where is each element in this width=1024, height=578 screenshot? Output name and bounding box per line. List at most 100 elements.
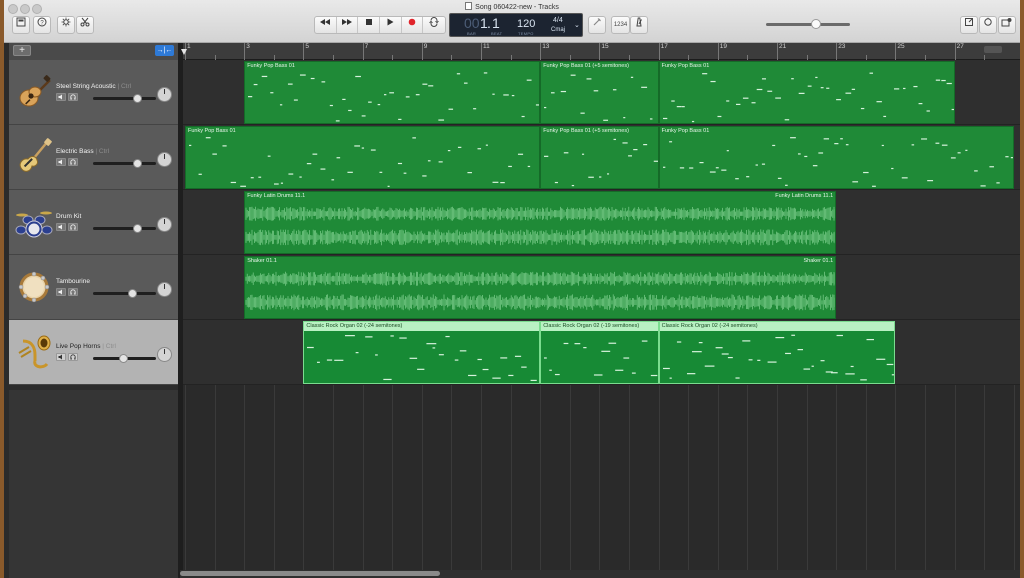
document-icon <box>465 2 473 10</box>
midi-region[interactable]: Funky Pop Bass 01 (+5 semitones) <box>540 126 659 189</box>
media-browser-icon <box>1001 18 1012 27</box>
electric-bass-icon <box>15 138 53 176</box>
notepad-button[interactable] <box>960 16 978 34</box>
midi-region[interactable]: Funky Pop Bass 01 <box>185 126 541 189</box>
editors-button[interactable] <box>76 16 94 34</box>
track-volume-slider[interactable] <box>93 289 156 298</box>
track-volume-slider[interactable] <box>93 159 156 168</box>
track-volume-knob[interactable] <box>132 94 142 103</box>
midi-region[interactable]: Classic Rock Organ 02 (-24 semitones) <box>303 321 541 384</box>
mute-button[interactable] <box>56 288 66 296</box>
headphones-icon <box>70 224 76 230</box>
pan-knob[interactable] <box>157 152 172 167</box>
horizontal-scrollbar[interactable] <box>180 570 1020 578</box>
audio-region[interactable]: Shaker 01.1 Shaker 01.1 <box>244 256 837 319</box>
loop-browser-button[interactable] <box>979 16 997 34</box>
mute-button[interactable] <box>56 93 66 101</box>
lcd-chevron-down-icon[interactable]: ⌄ <box>574 21 580 29</box>
track-header[interactable]: Live Pop Horns | Ctrl <box>9 320 178 385</box>
rewind-button[interactable] <box>315 17 337 33</box>
cycle-icon <box>429 17 439 27</box>
track-volume-knob[interactable] <box>132 224 142 233</box>
track-header[interactable]: Steel String Acoustic | Ctrl <box>9 60 178 125</box>
cycle-button[interactable] <box>423 17 445 33</box>
track-volume-knob[interactable] <box>118 354 128 363</box>
stop-icon <box>365 19 372 25</box>
lcd-tempo-label: TEMPO <box>518 31 534 36</box>
master-volume-knob[interactable] <box>811 19 822 29</box>
pan-knob[interactable] <box>157 282 172 297</box>
track-header[interactable]: Drum Kit <box>9 190 178 255</box>
tuner-button[interactable] <box>588 16 606 34</box>
master-volume-slider[interactable] <box>766 19 850 29</box>
region-label: Funky Pop Bass 01 <box>661 63 710 69</box>
track-volume-slider[interactable] <box>93 354 156 363</box>
track-name-suffix: Ctrl <box>105 343 116 350</box>
mute-button[interactable] <box>56 353 66 361</box>
transport-controls <box>314 16 446 34</box>
scissors-icon <box>80 17 90 27</box>
fast-forward-icon <box>342 19 352 25</box>
metronome-button[interactable] <box>630 16 648 34</box>
midi-region[interactable]: Classic Rock Organ 02 (-19 semitones) <box>540 321 659 384</box>
track-name-separator: | <box>117 83 120 90</box>
ruler-bar-number: 15 <box>601 43 609 50</box>
pan-knob[interactable] <box>157 217 172 232</box>
count-in-button[interactable]: 1234 <box>611 16 630 34</box>
region-label: Funky Pop Bass 01 <box>661 128 710 134</box>
midi-region[interactable]: Classic Rock Organ 02 (-24 semitones) <box>658 321 896 384</box>
media-browser-button[interactable] <box>998 16 1016 34</box>
region-label: Classic Rock Organ 02 (-24 semitones) <box>661 323 758 329</box>
track-name: Tambourine <box>56 278 90 285</box>
ruler-bar-number: 27 <box>956 43 964 50</box>
track-header[interactable]: Tambourine <box>9 255 178 320</box>
region-content <box>245 271 836 311</box>
ruler-tick <box>421 43 423 60</box>
tuner-icon <box>593 18 601 26</box>
region-content <box>544 138 658 187</box>
tambourine-icon <box>15 268 53 306</box>
drum-kit-icon <box>15 203 53 241</box>
midi-region[interactable]: Funky Pop Bass 01 <box>658 61 955 124</box>
pan-knob[interactable] <box>157 87 172 102</box>
stop-button[interactable] <box>358 17 381 33</box>
mute-button[interactable] <box>56 158 66 166</box>
track-header[interactable]: Electric Bass | Ctrl <box>9 125 178 190</box>
zoom-control[interactable] <box>984 46 1002 53</box>
playhead-marker[interactable] <box>181 49 187 55</box>
solo-button[interactable] <box>68 288 78 296</box>
lcd-tempo: 120 <box>517 18 536 30</box>
lcd-beat: 1 <box>492 15 500 31</box>
play-button[interactable] <box>380 17 402 33</box>
bar-ruler[interactable]: 1 3 5 7 9 11 13 15 17 19 21 23 25 27 <box>183 43 1020 60</box>
region-label: Funky Latin Drums 11.1 <box>247 193 306 199</box>
rewind-icon <box>320 19 331 25</box>
solo-button[interactable] <box>68 158 78 166</box>
add-track-button[interactable]: + <box>13 45 31 56</box>
midi-region[interactable]: Funky Pop Bass 01 (+5 semitones) <box>540 61 659 124</box>
horizontal-scrollbar-thumb[interactable] <box>180 571 440 576</box>
lcd-display[interactable]: 00 1 . 1 BAR BEAT 120 TEMPO 4/4 Cmaj ⌄ <box>449 13 583 37</box>
solo-button[interactable] <box>68 93 78 101</box>
ruler-bar-number: 23 <box>838 43 846 50</box>
pan-knob[interactable] <box>157 347 172 362</box>
catch-playhead-button[interactable]: →|← <box>155 45 174 56</box>
mute-button[interactable] <box>56 223 66 231</box>
track-volume-slider[interactable] <box>93 224 156 233</box>
ruler-bar-number: 19 <box>719 43 728 50</box>
record-button[interactable] <box>402 17 424 33</box>
track-volume-knob[interactable] <box>132 159 142 168</box>
solo-button[interactable] <box>68 353 78 361</box>
tracks-area[interactable]: Funky Pop Bass 01 Funky Pop Bass 01 (+5 s… <box>183 60 1020 570</box>
help-button[interactable]: ? <box>33 16 51 34</box>
track-volume-slider[interactable] <box>93 94 156 103</box>
midi-region[interactable]: Funky Pop Bass 01 <box>658 126 1014 189</box>
library-button[interactable] <box>12 16 30 34</box>
headphones-icon <box>70 159 76 165</box>
fast-forward-button[interactable] <box>337 17 359 33</box>
smart-controls-button[interactable] <box>57 16 75 34</box>
audio-region[interactable]: Funky Latin Drums 11.1 Funky Latin Drums … <box>244 191 837 254</box>
track-volume-knob[interactable] <box>127 289 137 298</box>
solo-button[interactable] <box>68 223 78 231</box>
midi-region[interactable]: Funky Pop Bass 01 <box>244 61 541 124</box>
